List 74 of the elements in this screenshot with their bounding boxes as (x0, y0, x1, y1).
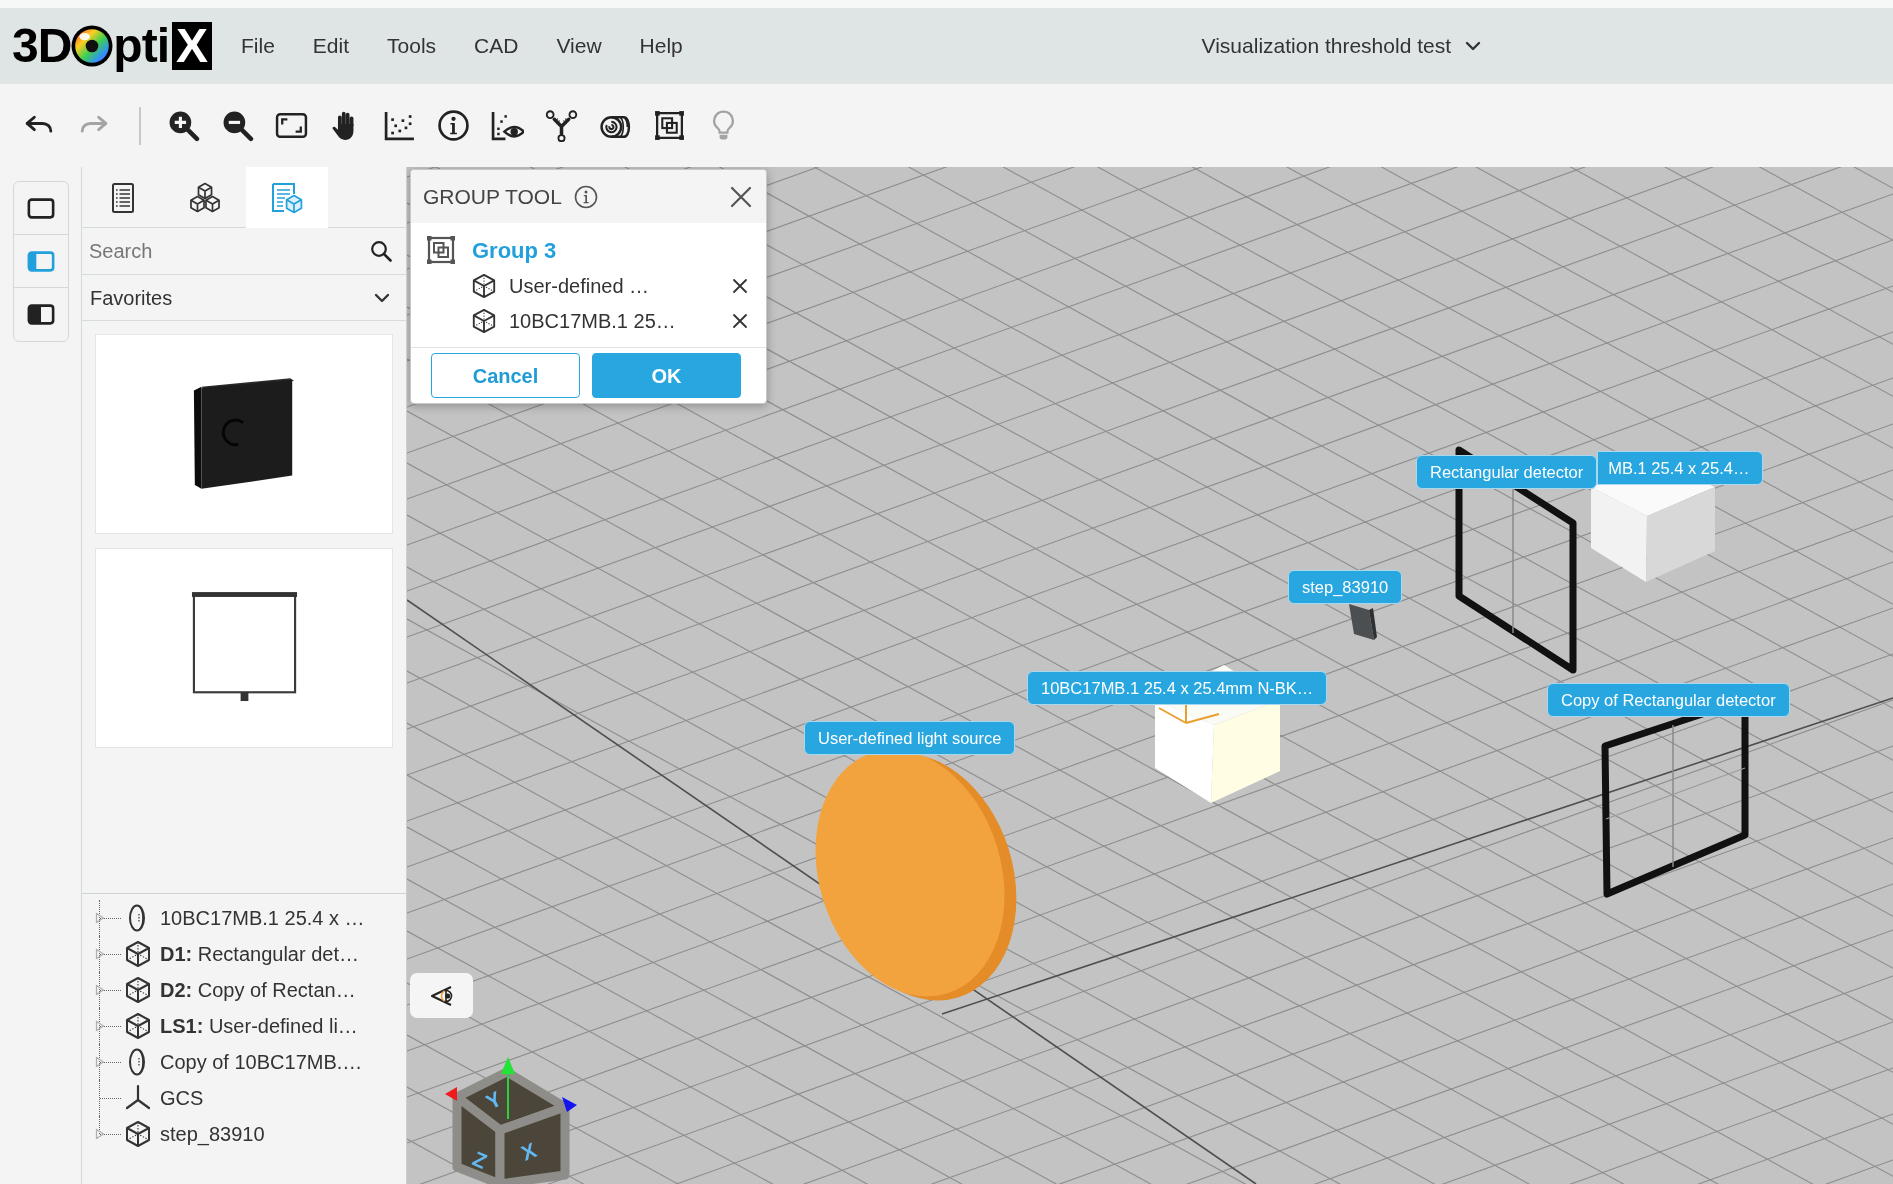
expand-caret-icon[interactable] (95, 984, 105, 996)
logo-text: 3D (12, 22, 72, 70)
view-toggle-button[interactable] (410, 973, 473, 1018)
cube-icon (471, 307, 497, 334)
object-label: Copy of Rectangular detector (1547, 683, 1790, 717)
half-panel-icon (27, 303, 55, 326)
tree-item-label[interactable]: Copy of 10BC17MB.… (160, 1047, 363, 1077)
chevron-down-icon (374, 291, 390, 304)
object-label: Rectangular detector (1416, 455, 1598, 489)
group-squares-icon (652, 109, 686, 142)
cross-icon (732, 277, 748, 294)
expand-caret-icon[interactable] (95, 1056, 105, 1068)
catalog-cube-icon (269, 181, 305, 214)
close-button[interactable] (730, 185, 752, 208)
axis-arrow (562, 1097, 577, 1112)
dialog-title: GROUP TOOL (423, 183, 562, 210)
axis-arrow (501, 1057, 515, 1120)
search-field[interactable]: Search (89, 234, 370, 268)
menu-item[interactable]: File (222, 28, 294, 64)
object-label: 10BC17MB.1 25.4 x 25.4mm N-BK… (1027, 671, 1328, 705)
expand-caret-icon[interactable] (95, 1128, 105, 1140)
eye-icon (428, 983, 455, 1008)
tree-item-label[interactable]: GCS (160, 1083, 204, 1113)
logo-text: ptiX (113, 22, 212, 70)
axis-label: Z (469, 1146, 491, 1173)
menu-item[interactable]: Tools (368, 28, 456, 64)
cube-icon (124, 1012, 152, 1040)
branch-circles-icon (544, 109, 578, 142)
info-icon[interactable] (573, 184, 598, 209)
menu-item[interactable]: View (537, 28, 621, 64)
project-dropdown[interactable]: Visualization threshold test (1201, 24, 1481, 68)
tree-item-label[interactable]: D1: Rectangular det… (160, 939, 359, 969)
block-object (1349, 604, 1377, 640)
cube-icon (124, 976, 152, 1004)
favorite-card[interactable] (95, 334, 393, 534)
logo-sphere-icon (71, 25, 114, 67)
axes-icon (124, 1084, 152, 1112)
expand-caret-icon[interactable] (95, 1020, 105, 1032)
object-label: step_83910 (1288, 570, 1403, 604)
group-name: Group 3 (472, 236, 557, 265)
cross-icon (732, 312, 748, 329)
remove-button[interactable] (732, 312, 748, 329)
info-icon (436, 109, 470, 142)
tree-item-label[interactable]: 10BC17MB.1 25.4 x … (160, 903, 365, 933)
axis-label: X (517, 1138, 540, 1165)
left-panel-icon (27, 249, 55, 273)
chart-eye-icon (490, 109, 524, 142)
member-label: User-defined … (509, 273, 650, 299)
axis-arrow (445, 1087, 457, 1101)
scatter-plot-icon (382, 109, 416, 142)
group-squares-icon (425, 234, 457, 266)
cube-icon (471, 272, 497, 299)
tree-item-label[interactable]: step_83910 (160, 1119, 265, 1149)
axis-label: Y (482, 1086, 506, 1114)
object-label: User-defined light source (804, 721, 1016, 755)
chevron-down-icon (1465, 40, 1481, 52)
member-label: 10BC17MB.1 25… (509, 308, 676, 334)
close-icon (730, 185, 752, 208)
favorites-dropdown[interactable]: Favorites (82, 275, 406, 321)
cube-icon (124, 1120, 152, 1148)
menu-item[interactable]: CAD (455, 28, 538, 64)
tree-item-label[interactable]: LS1: User-defined li… (160, 1011, 358, 1041)
search-icon[interactable] (370, 240, 392, 262)
remove-button[interactable] (732, 277, 748, 294)
expand-caret-icon[interactable] (95, 948, 105, 960)
cube-icon (124, 940, 152, 968)
menu-item[interactable]: Help (620, 28, 702, 64)
cubes-icon (187, 181, 223, 214)
menu-item[interactable]: Edit (293, 28, 369, 64)
window-icon (27, 196, 55, 220)
expand-caret-icon[interactable] (95, 912, 105, 924)
object-label: MB.1 25.4 x 25.4… (1597, 451, 1764, 485)
tree-item-label[interactable]: D2: Copy of Rectan… (160, 975, 356, 1005)
3d-viewport[interactable]: Y Z X Rectangular detector MB.1 25.4 x 25.4… step_83910 10BC17MB.1 25.4 x 25.4mm N-BK… Copy of Rectangular detector User-defined light source GROUP TOOL Group 3 User-defined … 10BC17MB.1 25… Cancel OK (407, 167, 1893, 1184)
